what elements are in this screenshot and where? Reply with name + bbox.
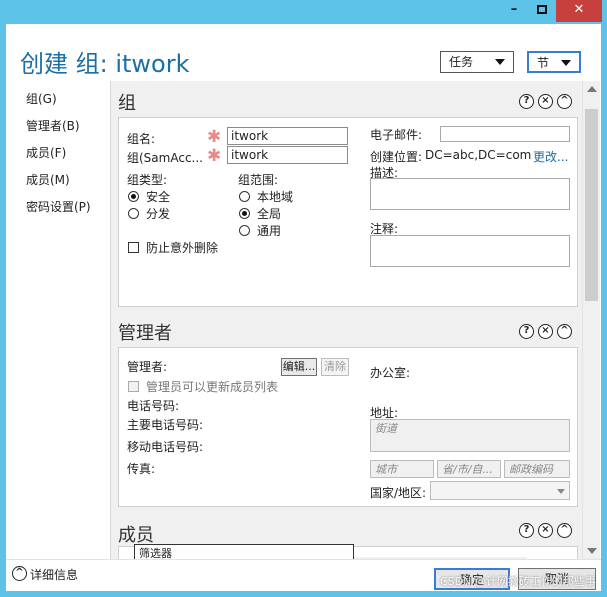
nav-item-group[interactable]: 组(G) <box>26 90 116 117</box>
chevron-down-icon <box>495 59 505 65</box>
manager-label: 管理者: <box>127 360 168 374</box>
country-select[interactable] <box>430 481 570 500</box>
scope-local-label: 本地域 <box>257 190 294 204</box>
close-section-icon[interactable]: × <box>538 523 553 538</box>
sam-account-label: 组(SamAcc... <box>127 151 203 165</box>
mobile-label: 移动电话号码: <box>127 440 204 454</box>
description-input[interactable] <box>370 178 570 210</box>
tasks-dropdown[interactable]: 任务 <box>440 51 514 73</box>
can-update-members-label: 管理员可以更新成员列表 <box>146 380 279 394</box>
sam-account-input[interactable]: itwork <box>227 146 348 164</box>
street-input[interactable]: 街道 <box>370 419 570 452</box>
tasks-label: 任务 <box>449 55 474 69</box>
collapse-icon[interactable]: ^ <box>557 94 572 109</box>
protect-deletion-label: 防止意外删除 <box>146 241 219 255</box>
scroll-down-icon[interactable] <box>587 548 597 554</box>
nav-item-memberof[interactable]: 成员(F) <box>26 144 116 171</box>
page-title: 创建 组: itwork <box>20 50 190 78</box>
protect-deletion-checkbox[interactable] <box>128 242 139 253</box>
type-distribution-label: 分发 <box>146 207 171 221</box>
type-distribution-radio[interactable] <box>128 208 139 219</box>
members-section-icons: ? × ^ <box>519 523 572 538</box>
close-window-button[interactable]: ✕ <box>556 0 602 22</box>
maximize-icon <box>537 5 547 14</box>
content-area: 组 ? × ^ 组名: ✱ itwork 组(SamAcc... ✱ itwor… <box>110 81 600 559</box>
group-section-title: 组 <box>118 93 136 114</box>
help-icon[interactable]: ? <box>519 324 534 339</box>
type-security-radio[interactable] <box>128 191 139 202</box>
close-section-icon[interactable]: × <box>538 94 553 109</box>
help-icon[interactable]: ? <box>519 523 534 538</box>
zip-input[interactable]: 邮政编码 <box>504 460 570 478</box>
office-label: 办公室: <box>370 366 411 380</box>
section-nav: 组(G) 管理者(B) 成员(F) 成员(M) 密码设置(P) <box>26 90 116 225</box>
clear-manager-button[interactable]: 清除 <box>321 358 349 376</box>
scroll-thumb[interactable] <box>585 109 598 301</box>
vertical-scrollbar[interactable] <box>582 81 600 559</box>
managedby-panel: 管理者: 编辑... 清除 管理员可以更新成员列表 电话号码: 主要电话号码: … <box>118 347 578 507</box>
country-label: 国家/地区: <box>370 486 427 500</box>
sections-label: 节 <box>537 56 550 70</box>
fax-label: 传真: <box>127 462 156 476</box>
main-phone-label: 主要电话号码: <box>127 418 204 432</box>
scope-universal-label: 通用 <box>257 224 282 238</box>
email-label: 电子邮件: <box>370 128 423 142</box>
group-name-input[interactable]: itwork <box>227 127 348 145</box>
chevron-down-icon <box>557 489 565 494</box>
scope-universal-radio[interactable] <box>239 225 250 236</box>
watermark-text: CSDN @计网搬砖工作的那些事 <box>440 575 596 588</box>
notes-input[interactable] <box>370 235 570 267</box>
edit-manager-button[interactable]: 编辑... <box>281 358 317 376</box>
dialog-window: 创建 组: itwork 任务 节 组(G) 管理者(B) 成员(F) 成员(M… <box>6 24 601 591</box>
managedby-section-title: 管理者 <box>118 323 172 344</box>
group-type-label: 组类型: <box>127 173 168 187</box>
managedby-section-icons: ? × ^ <box>519 324 572 339</box>
nav-item-members[interactable]: 成员(M) <box>26 171 116 198</box>
scope-global-label: 全局 <box>257 207 282 221</box>
close-section-icon[interactable]: × <box>538 324 553 339</box>
group-name-label: 组名: <box>127 132 156 146</box>
nav-item-password-settings[interactable]: 密码设置(P) <box>26 198 116 225</box>
members-filter-input[interactable]: 筛选器 <box>134 544 354 560</box>
phone-label: 电话号码: <box>127 399 180 413</box>
collapse-icon[interactable]: ^ <box>557 523 572 538</box>
minimize-button[interactable]: – <box>500 0 528 22</box>
nav-item-managedby[interactable]: 管理者(B) <box>26 117 116 144</box>
type-security-label: 安全 <box>146 190 171 204</box>
can-update-members-checkbox[interactable] <box>128 381 139 392</box>
collapse-icon[interactable]: ^ <box>557 324 572 339</box>
expand-details-icon[interactable]: ^ <box>12 566 27 581</box>
sections-dropdown[interactable]: 节 <box>527 51 581 73</box>
title-bar: – ✕ <box>0 0 607 24</box>
location-value: DC=abc,DC=com <box>425 148 532 162</box>
scope-global-radio[interactable] <box>239 208 250 219</box>
required-asterisk: ✱ <box>207 127 222 147</box>
group-scope-label: 组范围: <box>238 173 279 187</box>
scroll-up-icon[interactable] <box>587 86 597 92</box>
help-icon[interactable]: ? <box>519 94 534 109</box>
change-location-link[interactable]: 更改... <box>533 148 568 165</box>
email-input[interactable] <box>440 126 570 142</box>
state-input[interactable]: 省/市/自... <box>437 460 501 478</box>
required-asterisk: ✱ <box>207 146 222 166</box>
group-panel: 组名: ✱ itwork 组(SamAcc... ✱ itwork 组类型: 安… <box>118 117 578 307</box>
details-label[interactable]: 详细信息 <box>30 566 78 583</box>
scope-local-radio[interactable] <box>239 191 250 202</box>
city-input[interactable]: 城市 <box>370 460 434 478</box>
location-label: 创建位置: <box>370 150 423 164</box>
chevron-down-icon <box>561 60 571 66</box>
maximize-button[interactable] <box>528 0 556 22</box>
group-section-icons: ? × ^ <box>519 94 572 109</box>
